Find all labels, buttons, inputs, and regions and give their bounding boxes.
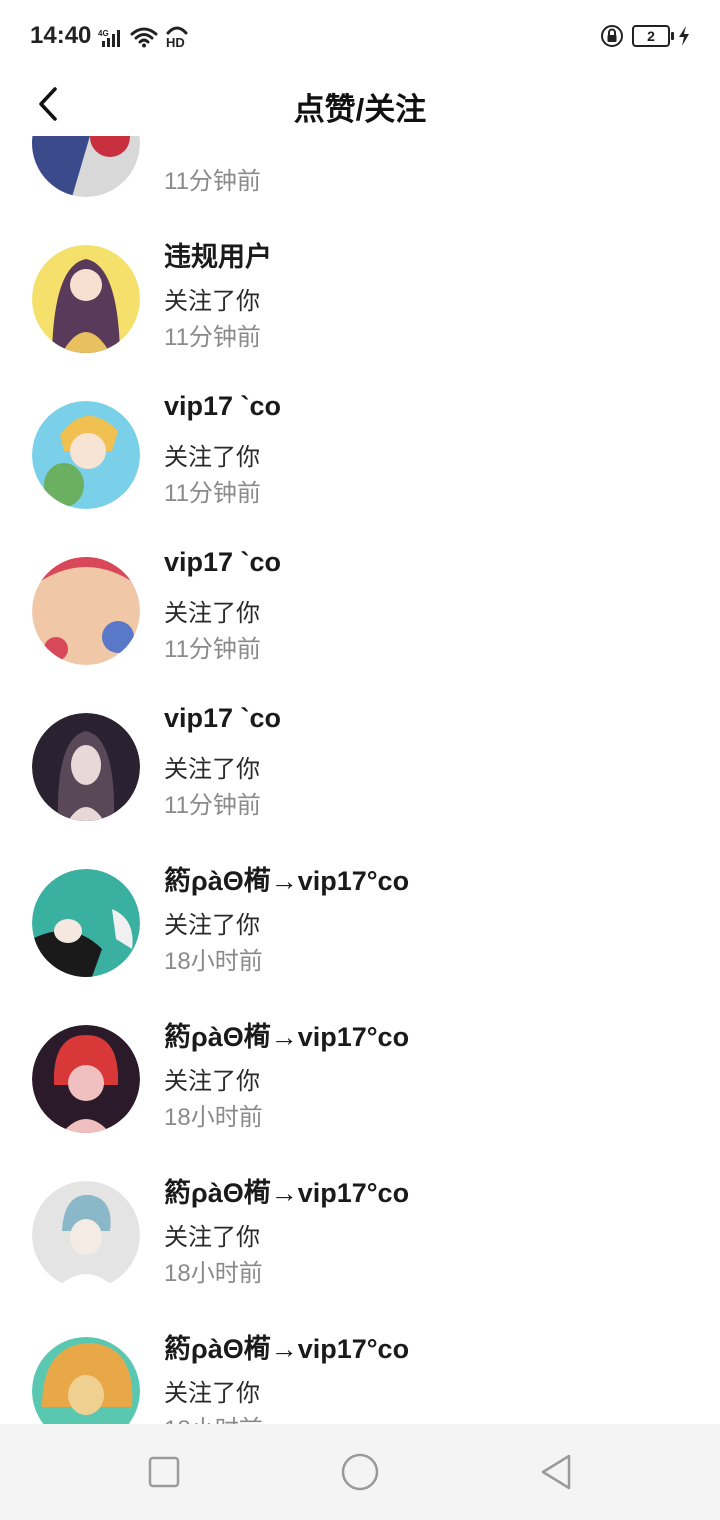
item-action-text: 关注了你	[164, 1224, 260, 1251]
item-action-text: 关注了你	[164, 1068, 260, 1095]
header: 点赞/关注	[0, 72, 720, 136]
rotation-lock-icon	[601, 25, 623, 47]
item-username[interactable]: 违规用户	[164, 235, 272, 274]
system-back-button[interactable]	[536, 1452, 576, 1492]
svg-text:4G: 4G	[98, 29, 109, 38]
item-timestamp: 18小时前	[164, 1260, 263, 1287]
user-avatar[interactable]	[32, 557, 140, 665]
item-username[interactable]: vip17 `co	[164, 703, 281, 734]
user-avatar[interactable]	[32, 869, 140, 977]
user-avatar[interactable]	[32, 1025, 140, 1133]
notification-list[interactable]: 11分钟前 违规用户 关注了你 11分钟前 vip17 `co 关注了你 11分…	[0, 136, 720, 1424]
list-item[interactable]: 箹ρàΘ槆→vip17°co 关注了你 18小时前	[0, 1165, 720, 1321]
user-avatar[interactable]	[32, 1181, 140, 1289]
item-username[interactable]: vip17 `co	[164, 547, 281, 578]
item-timestamp: 11分钟前	[164, 324, 261, 351]
status-bar: 14:40 4G HD 2	[0, 0, 720, 72]
triangle-back-icon	[541, 1454, 571, 1490]
item-action-text: 关注了你	[164, 444, 260, 471]
battery-level: 2	[647, 28, 655, 44]
battery-icon: 2	[632, 25, 674, 47]
charging-bolt-icon	[679, 26, 689, 46]
hd-call-icon: HD	[166, 26, 188, 48]
square-icon	[148, 1456, 180, 1488]
item-username[interactable]: 箹ρàΘ槆→vip17°co	[164, 1015, 409, 1054]
status-right: 2	[600, 24, 690, 48]
item-timestamp: 11分钟前	[164, 168, 261, 195]
item-timestamp: 11分钟前	[164, 792, 261, 819]
user-avatar[interactable]	[32, 713, 140, 821]
item-timestamp: 18小时前	[164, 1104, 263, 1131]
item-action-text: 关注了你	[164, 756, 260, 783]
item-username[interactable]: 箹ρàΘ槆→vip17°co	[164, 1171, 409, 1210]
list-item[interactable]: vip17 `co 关注了你 11分钟前	[0, 697, 720, 853]
item-action-text: 关注了你	[164, 1380, 260, 1407]
item-timestamp: 11分钟前	[164, 480, 261, 507]
item-timestamp: 18小时前	[164, 1409, 263, 1424]
user-avatar[interactable]	[32, 136, 140, 197]
list-item[interactable]: 违规用户 关注了你 11分钟前	[0, 229, 720, 385]
list-item[interactable]: 箹ρàΘ槆→vip17°co 关注了你 18小时前	[0, 1009, 720, 1165]
user-avatar[interactable]	[32, 401, 140, 509]
item-action-text: 关注了你	[164, 288, 260, 315]
page-title: 点赞/关注	[293, 92, 427, 127]
home-button[interactable]	[340, 1452, 380, 1492]
list-item[interactable]: vip17 `co 关注了你 11分钟前	[0, 385, 720, 541]
item-action-text: 关注了你	[164, 600, 260, 627]
list-item[interactable]: 箹ρàΘ槆→vip17°co 关注了你 18小时前	[0, 853, 720, 1009]
list-item[interactable]: vip17 `co 关注了你 11分钟前	[0, 541, 720, 697]
list-content: 11分钟前 违规用户 关注了你 11分钟前 vip17 `co 关注了你 11分…	[0, 136, 720, 1424]
wifi-icon	[130, 27, 158, 48]
status-indicators: 4G HD	[98, 24, 190, 48]
status-time: 14:40	[30, 22, 92, 49]
system-nav-bar	[0, 1424, 720, 1520]
user-avatar[interactable]	[32, 1337, 140, 1424]
item-username[interactable]: vip17 `co	[164, 391, 281, 422]
circle-icon	[341, 1453, 379, 1491]
svg-text:HD: HD	[166, 35, 185, 48]
item-timestamp: 11分钟前	[164, 636, 261, 663]
item-timestamp: 18小时前	[164, 948, 263, 975]
item-action-text: 关注了你	[164, 912, 260, 939]
recent-apps-button[interactable]	[144, 1452, 184, 1492]
item-username[interactable]: 箹ρàΘ槆→vip17°co	[164, 1327, 409, 1366]
cellular-signal-icon: 4G	[98, 29, 120, 47]
list-item[interactable]: 11分钟前	[0, 136, 720, 229]
user-avatar[interactable]	[32, 245, 140, 353]
item-username[interactable]: 箹ρàΘ槆→vip17°co	[164, 859, 409, 898]
list-item[interactable]: 箹ρàΘ槆→vip17°co 关注了你 18小时前	[0, 1321, 720, 1424]
